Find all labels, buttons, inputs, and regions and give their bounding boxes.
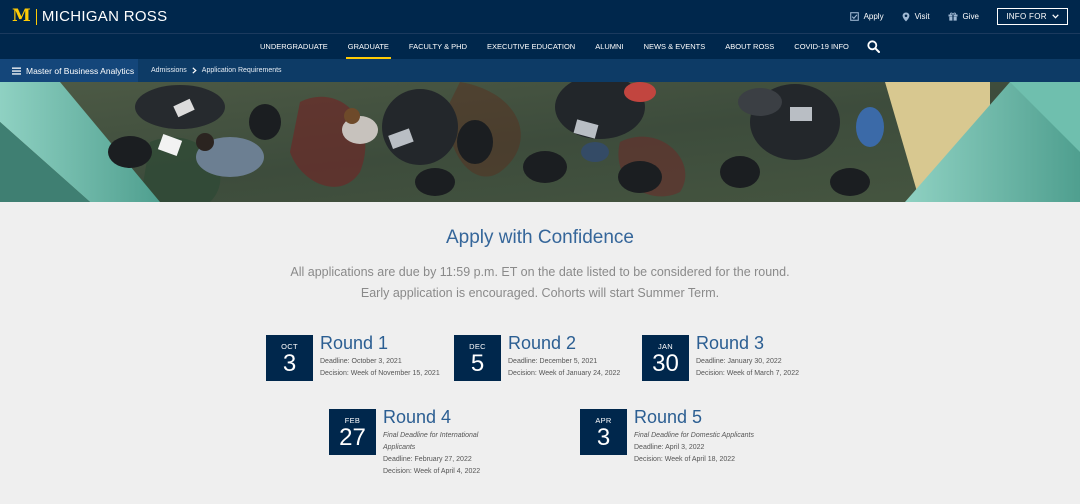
intro-line-1: All applications are due by 11:59 p.m. E… (290, 265, 790, 279)
round-note: Final Deadline for Domestic Applicants (634, 432, 754, 439)
info-for-button[interactable]: INFO FOR (997, 8, 1068, 25)
search-icon (867, 40, 880, 53)
round-name: Round 1 (320, 333, 389, 353)
date-day: 30 (652, 350, 679, 377)
gift-icon (948, 12, 958, 21)
visit-link-label: Visit (914, 12, 930, 21)
map-pin-icon (902, 12, 909, 21)
nav-item-undergraduate[interactable]: UNDERGRADUATE (250, 34, 338, 59)
apply-link-label: Apply (863, 12, 884, 21)
date-day: 3 (282, 350, 297, 377)
round-details: Round 1 Deadline: October 3, 2021 Decisi… (320, 332, 440, 380)
hamburger-icon (12, 67, 21, 75)
search-button[interactable] (867, 40, 880, 53)
date-badge: APR 3 (580, 409, 627, 455)
hero-illustration (0, 82, 1080, 202)
round-name: Round 3 (696, 333, 765, 353)
round-details: Round 4 Final Deadline for International… (383, 406, 501, 478)
round-note: Final Deadline for International Applica… (383, 432, 479, 451)
breadcrumb-admissions[interactable]: Admissions (151, 67, 187, 74)
round-name: Round 4 (383, 407, 452, 427)
nav-item-about-ross[interactable]: ABOUT ROSS (715, 34, 784, 59)
nav-item-graduate[interactable]: GRADUATE (338, 34, 399, 59)
round-decision: Decision: Week of January 24, 2022 (508, 370, 621, 377)
round-details: Round 5 Final Deadline for Domestic Appl… (634, 406, 784, 466)
breadcrumb: Admissions Application Requirements (151, 59, 282, 82)
round-deadline: Deadline: April 3, 2022 (634, 444, 705, 451)
nav-list: UNDERGRADUATE GRADUATE FACULTY & PHD EXE… (250, 34, 880, 59)
application-deadlines-section: Apply with Confidence All applications a… (0, 202, 1080, 504)
logo-wordmark: MICHIGAN ROSS (41, 8, 168, 25)
program-name: Master of Business Analytics (26, 65, 135, 76)
date-badge: FEB 27 (329, 409, 376, 455)
utility-links: Apply Visit Give INFO FOR (849, 0, 1068, 33)
round-decision: Decision: Week of April 18, 2022 (634, 456, 736, 463)
nav-item-faculty-phd[interactable]: FACULTY & PHD (399, 34, 477, 59)
nav-item-covid-19-info[interactable]: COVID-19 INFO (784, 34, 859, 59)
date-day: 3 (596, 424, 611, 451)
round-decision: Decision: Week of April 4, 2022 (383, 468, 481, 475)
michigan-ross-logo[interactable]: M MICHIGAN ROSS (12, 6, 168, 26)
round-details: Round 2 Deadline: December 5, 2021 Decis… (508, 332, 638, 380)
round-name: Round 2 (508, 333, 577, 353)
date-day: 27 (339, 424, 366, 451)
nav-item-alumni[interactable]: ALUMNI (585, 34, 633, 59)
round-deadline: Deadline: February 27, 2022 (383, 456, 472, 463)
date-badge: DEC 5 (454, 335, 501, 381)
main-navigation: UNDERGRADUATE GRADUATE FACULTY & PHD EXE… (0, 33, 1080, 59)
logo-divider (35, 8, 37, 25)
date-badge: OCT 3 (266, 335, 313, 381)
page-title: Apply with Confidence (446, 227, 634, 248)
round-deadline: Deadline: December 5, 2021 (508, 358, 598, 365)
round-decision: Decision: Week of November 15, 2021 (320, 370, 440, 377)
section-subnav: Master of Business Analytics Admissions … (0, 59, 1080, 82)
chevron-down-icon (1052, 14, 1059, 19)
round-deadline: Deadline: October 3, 2021 (320, 358, 402, 365)
apply-link[interactable]: Apply (849, 12, 884, 21)
round-details: Round 3 Deadline: January 30, 2022 Decis… (696, 332, 826, 380)
program-menu-button[interactable]: Master of Business Analytics (0, 59, 138, 82)
date-day: 5 (470, 350, 485, 377)
checkbox-icon (849, 12, 859, 21)
give-link[interactable]: Give (948, 12, 979, 21)
intro-line-2: Early application is encouraged. Cohorts… (360, 286, 720, 300)
top-bar: M MICHIGAN ROSS Apply Visit Give INFO FO… (0, 0, 1080, 33)
round-deadline: Deadline: January 30, 2022 (696, 358, 782, 365)
block-m-logo: M (12, 6, 31, 26)
info-for-label: INFO FOR (1006, 12, 1047, 21)
round-decision: Decision: Week of March 7, 2022 (696, 370, 799, 377)
nav-item-executive-education[interactable]: EXECUTIVE EDUCATION (477, 34, 585, 59)
breadcrumb-application-requirements: Application Requirements (201, 67, 282, 74)
hero-image (0, 82, 1080, 202)
give-link-label: Give (962, 12, 979, 21)
date-badge: JAN 30 (642, 335, 689, 381)
chevron-right-icon (192, 67, 197, 74)
visit-link[interactable]: Visit (902, 12, 930, 22)
nav-item-news-events[interactable]: NEWS & EVENTS (634, 34, 716, 59)
round-name: Round 5 (634, 407, 703, 427)
